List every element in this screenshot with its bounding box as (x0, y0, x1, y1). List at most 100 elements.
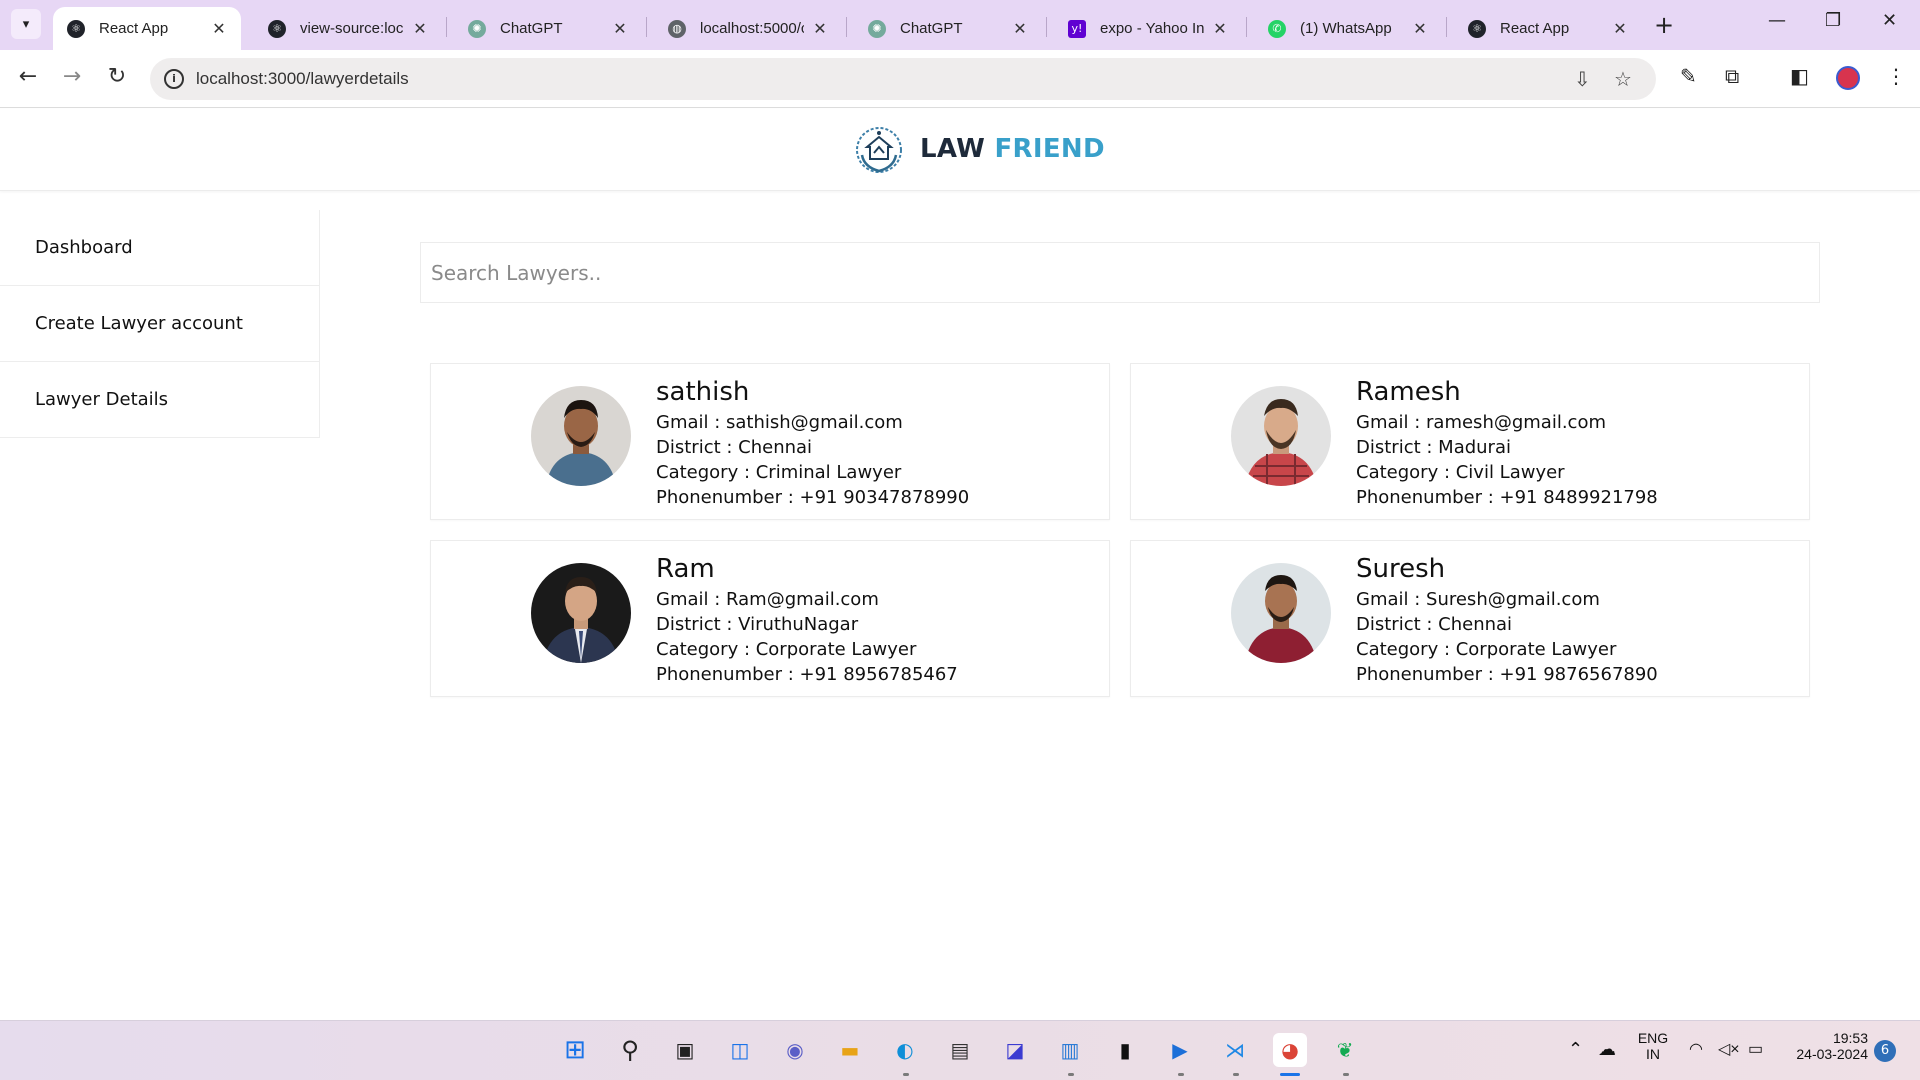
tab-search-chevron-icon[interactable]: ▾ (11, 9, 41, 39)
sidebar-item-lawyer-details[interactable]: Lawyer Details (0, 362, 320, 438)
sidebar-item-create-lawyer-account[interactable]: Create Lawyer account (0, 286, 320, 362)
sidebar-item-dashboard[interactable]: Dashboard (0, 210, 320, 286)
close-icon[interactable]: ✕ (612, 19, 628, 38)
widgets-icon[interactable]: ◫ (723, 1033, 757, 1067)
react-icon: ⚛ (67, 19, 85, 38)
close-icon[interactable]: ✕ (1012, 19, 1028, 38)
close-icon[interactable]: ✕ (1612, 19, 1628, 38)
terminal-icon[interactable]: ▮ (1108, 1033, 1142, 1067)
taskbar-running-indicator (1343, 1073, 1349, 1076)
lawyer-card[interactable]: Ram Gmail : Ram@gmail.com District : Vir… (430, 540, 1110, 697)
file-explorer-icon[interactable]: ▬ (833, 1033, 867, 1067)
lawyer-phone: Phonenumber : +91 8956785467 (656, 664, 958, 685)
tab-title: React App (99, 20, 169, 37)
tab-title: (1) WhatsApp (1300, 20, 1392, 37)
tab-divider (646, 17, 647, 37)
close-icon[interactable]: ✕ (1212, 19, 1228, 38)
close-icon[interactable]: ✕ (1412, 19, 1428, 38)
lawyer-gmail: Gmail : Ram@gmail.com (656, 589, 879, 610)
close-icon[interactable]: ✕ (812, 19, 828, 38)
mongodb-compass-icon[interactable]: ❦ (1328, 1033, 1362, 1067)
lawyer-name: sathish (656, 377, 750, 407)
lawyer-info: Ramesh Gmail : ramesh@gmail.com District… (1356, 376, 1658, 510)
edge-icon[interactable]: ◐ (888, 1033, 922, 1067)
show-hidden-icons-chevron-icon[interactable]: ⌃ (1568, 1039, 1583, 1060)
notification-count-badge[interactable]: 6 (1874, 1040, 1896, 1062)
new-tab-plus-icon[interactable]: + (1654, 11, 1674, 39)
site-info-icon[interactable]: i (164, 69, 184, 89)
browser-tab[interactable]: ⚛ React App ✕ (53, 7, 241, 50)
browser-tab[interactable]: ⚛ React App ✕ (1454, 7, 1642, 50)
lawyer-name: Ramesh (1356, 377, 1461, 407)
address-bar[interactable]: i localhost:3000/lawyerdetails ⇩ ☆ (150, 58, 1656, 100)
lawyer-district: District : Chennai (656, 437, 813, 458)
language-indicator[interactable]: ENG IN (1636, 1030, 1670, 1062)
lawyer-card[interactable]: Ramesh Gmail : ramesh@gmail.com District… (1130, 363, 1810, 520)
back-arrow-icon[interactable]: ← (14, 64, 42, 89)
tab-divider (1446, 17, 1447, 37)
address-bar-url[interactable]: localhost:3000/lawyerdetails (196, 69, 409, 89)
browser-tab[interactable]: ◍ localhost:5000/c ✕ (654, 7, 842, 50)
battery-icon[interactable]: ▭ (1748, 1039, 1763, 1059)
chrome-icon[interactable]: ◕ (1273, 1033, 1307, 1067)
microsoft-store-icon[interactable]: ▤ (943, 1033, 977, 1067)
tab-title: ChatGPT (500, 20, 563, 37)
yahoo-icon: y! (1068, 19, 1086, 38)
forward-arrow-icon[interactable]: → (58, 64, 86, 89)
search-icon[interactable]: ⚲ (613, 1033, 647, 1067)
install-app-icon[interactable]: ⇩ (1574, 67, 1591, 91)
lawyer-phone: Phonenumber : +91 90347878990 (656, 487, 970, 508)
side-panel-icon[interactable]: ◧ (1790, 64, 1809, 88)
task-view-icon[interactable]: ▣ (668, 1033, 702, 1067)
browser-menu-icon[interactable]: ⋮ (1886, 64, 1906, 88)
wifi-icon[interactable]: ◠ (1689, 1039, 1703, 1059)
lawyer-category: Category : Corporate Lawyer (656, 639, 917, 660)
minimize-icon[interactable]: — (1768, 10, 1786, 31)
vscode-icon[interactable]: ⋊ (1218, 1033, 1252, 1067)
taskbar-running-indicator (903, 1073, 909, 1076)
windows-start-icon[interactable]: ⊞ (558, 1033, 592, 1067)
app-icon[interactable]: ◪ (998, 1033, 1032, 1067)
search-lawyers-input[interactable] (420, 242, 1820, 303)
onedrive-cloud-icon[interactable]: ☁ (1598, 1039, 1616, 1060)
windows-taskbar: ⊞ ⚲ ▣ ◫ ◉ ▬ ◐ ▤ ◪ ▥ ▮ ▶ ⋊ ◕ ❦ ⌃ ☁ ENG IN… (0, 1020, 1920, 1080)
lawyer-card[interactable]: Suresh Gmail : Suresh@gmail.com District… (1130, 540, 1810, 697)
bookmark-star-icon[interactable]: ☆ (1614, 67, 1632, 91)
sidebar: Dashboard Create Lawyer account Lawyer D… (0, 210, 320, 438)
teams-chat-icon[interactable]: ◉ (778, 1033, 812, 1067)
tab-title: expo - Yahoo Inc (1100, 20, 1204, 37)
browser-tab[interactable]: y! expo - Yahoo Inc ✕ (1054, 7, 1242, 50)
tab-title: ChatGPT (900, 20, 963, 37)
lawyer-name: Suresh (1356, 554, 1446, 584)
profile-avatar-icon[interactable] (1836, 66, 1860, 90)
browser-tab[interactable]: ✆ (1) WhatsApp ✕ (1254, 7, 1442, 50)
eyedropper-icon[interactable]: ✎ (1680, 64, 1697, 88)
lawyer-gmail: Gmail : ramesh@gmail.com (1356, 412, 1607, 433)
window-close-icon[interactable]: ✕ (1882, 10, 1897, 31)
media-player-icon[interactable]: ▶ (1163, 1033, 1197, 1067)
browser-tabstrip: ▾ ⚛ React App ✕ ⚛ view-source:loca ✕ ✺ C… (0, 0, 1920, 50)
lawyer-avatar (531, 563, 631, 663)
browser-tab[interactable]: ✺ ChatGPT ✕ (454, 7, 642, 50)
chatgpt-icon: ✺ (868, 19, 886, 38)
clock-time: 19:53 (1832, 1030, 1868, 1046)
lawyer-category: Category : Corporate Lawyer (1356, 639, 1617, 660)
close-icon[interactable]: ✕ (211, 19, 227, 38)
lawyer-info: sathish Gmail : sathish@gmail.com Distri… (656, 376, 969, 510)
clock[interactable]: 19:53 24-03-2024 (1784, 1030, 1868, 1062)
speaker-muted-icon[interactable]: ◁× (1718, 1039, 1740, 1059)
browser-tab[interactable]: ⚛ view-source:loca ✕ (254, 7, 442, 50)
close-icon[interactable]: ✕ (412, 19, 428, 38)
restore-icon[interactable]: ❐ (1825, 10, 1841, 31)
extensions-icon[interactable]: ⧉ (1725, 64, 1739, 88)
globe-icon: ◍ (668, 19, 686, 38)
react-icon: ⚛ (268, 19, 286, 38)
browser-tab[interactable]: ✺ ChatGPT ✕ (854, 7, 1042, 50)
lawyer-card[interactable]: sathish Gmail : sathish@gmail.com Distri… (430, 363, 1110, 520)
notepad-icon[interactable]: ▥ (1053, 1033, 1087, 1067)
brand-title-part1: LAW (920, 134, 986, 164)
tab-title: React App (1500, 20, 1570, 37)
whatsapp-icon: ✆ (1268, 19, 1286, 38)
reload-icon[interactable]: ↻ (103, 64, 131, 89)
lawyer-info: Ram Gmail : Ram@gmail.com District : Vir… (656, 553, 958, 687)
